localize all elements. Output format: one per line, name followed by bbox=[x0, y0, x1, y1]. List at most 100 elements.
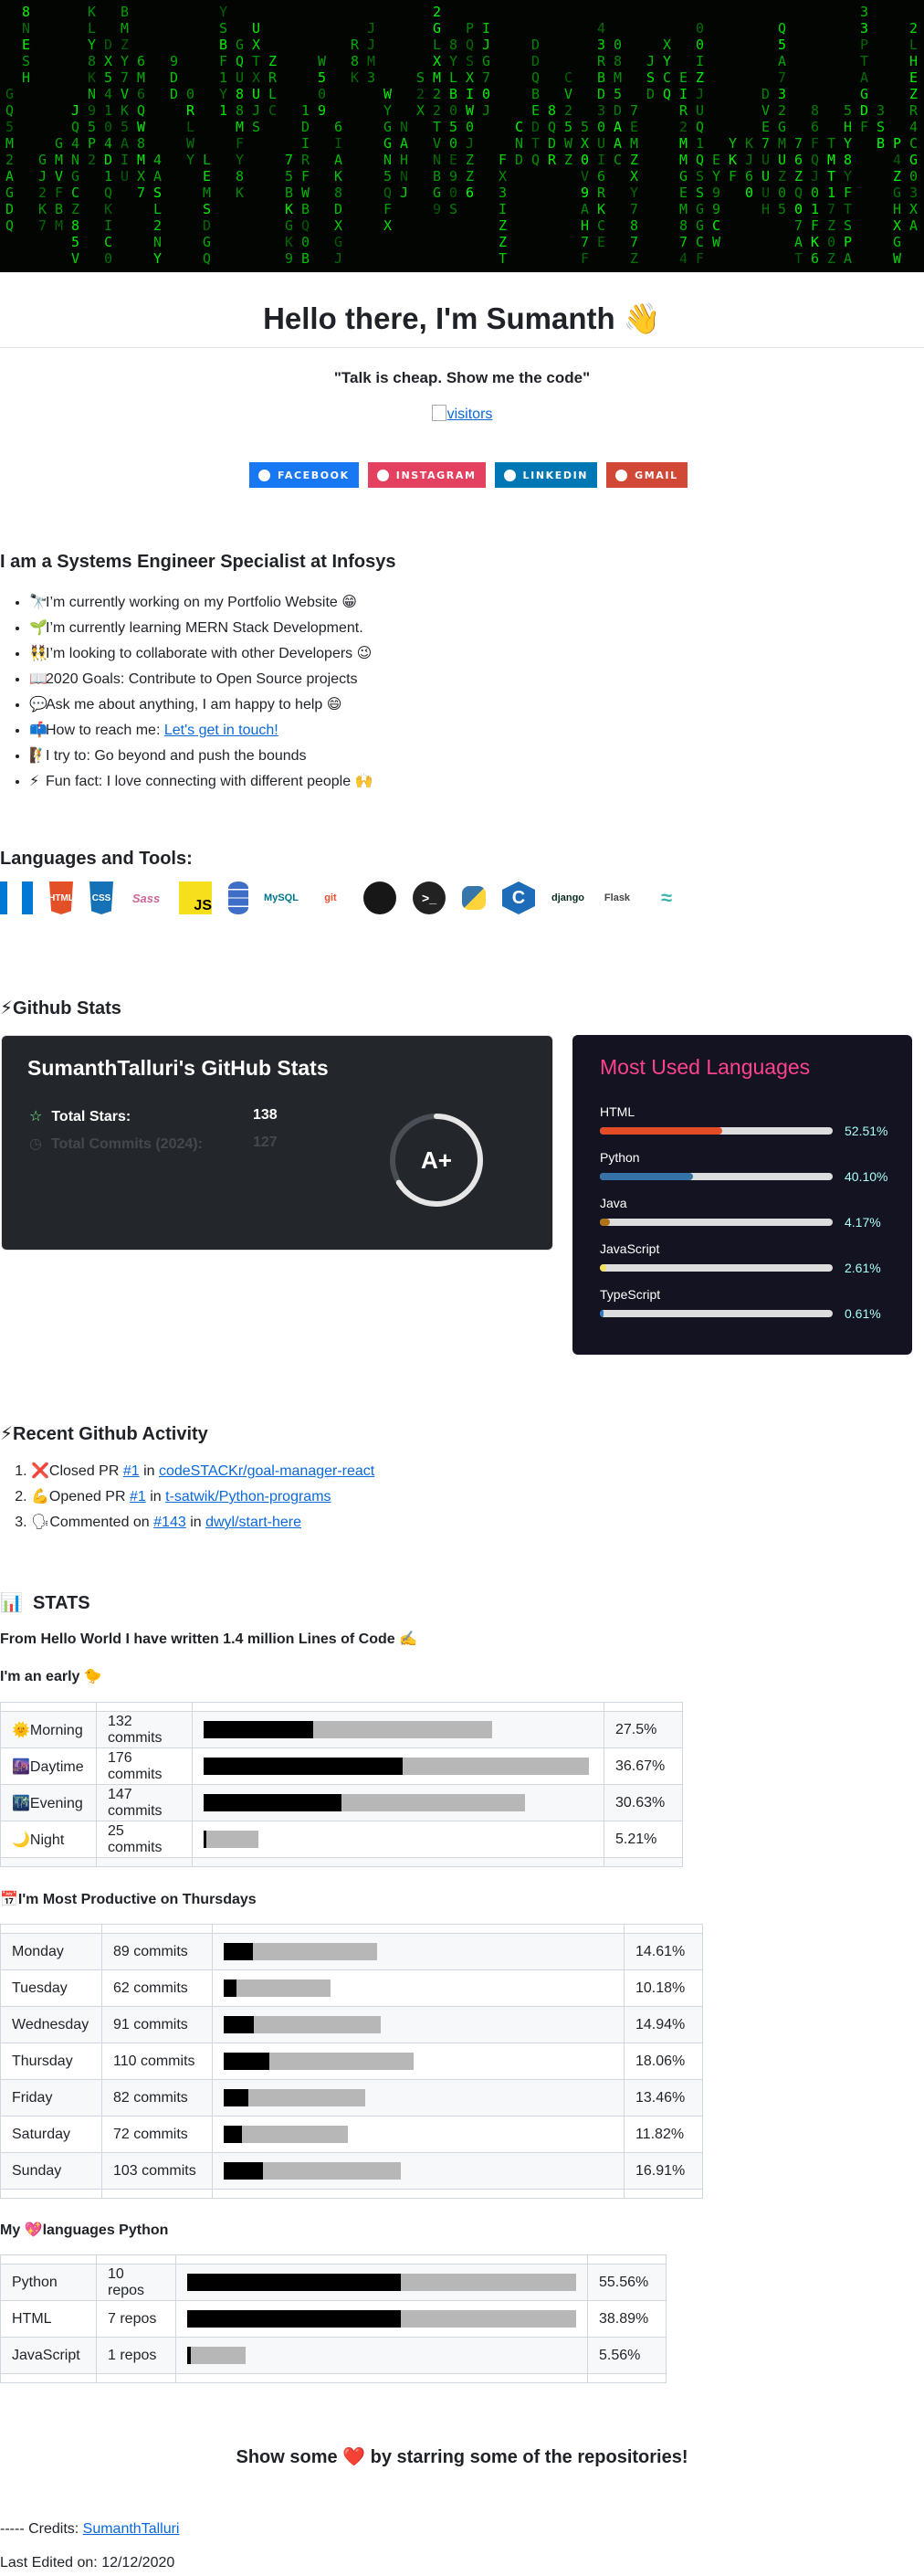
tailwind-icon[interactable]: ≈ bbox=[650, 882, 683, 914]
cell-pct: 11.82% bbox=[624, 2116, 703, 2153]
matrix-glyph: M bbox=[679, 135, 688, 152]
matrix-glyph: 8 bbox=[71, 217, 79, 234]
matrix-glyph: J bbox=[400, 185, 408, 201]
matrix-banner-graphic: GQ5M2AGDQ8NESHGJ2K7GMVFBMJQ4NGCZ85VKLY8K… bbox=[5, 4, 919, 267]
matrix-glyph: 1 bbox=[219, 102, 227, 119]
matrix-glyph: 7 bbox=[679, 234, 688, 250]
linkedin-badge[interactable]: LINKEDIN bbox=[494, 462, 598, 488]
javascript-icon[interactable]: JS bbox=[179, 882, 212, 914]
matrix-glyph: D bbox=[531, 37, 540, 53]
matrix-glyph: K bbox=[236, 185, 244, 201]
flask-icon[interactable]: Flask bbox=[601, 882, 634, 914]
language-bar bbox=[600, 1264, 833, 1272]
django-icon[interactable]: django bbox=[551, 882, 584, 914]
rank-circle: A+ bbox=[390, 1114, 483, 1207]
github-icon[interactable] bbox=[363, 882, 396, 914]
matrix-glyph: 4 bbox=[153, 152, 162, 168]
gmail-badge[interactable]: GMAIL bbox=[606, 462, 688, 488]
cell-commits: 25 commits bbox=[96, 1821, 193, 1858]
about-item: 👯I’m looking to collaborate with other D… bbox=[29, 641, 373, 667]
activity-repo-link[interactable]: codeSTACKr/goal-manager-react bbox=[159, 1463, 374, 1479]
python-icon[interactable] bbox=[462, 886, 486, 910]
matrix-glyph: 5 bbox=[778, 201, 786, 217]
star-icon: ☆ bbox=[29, 1109, 43, 1124]
matrix-glyph: A bbox=[614, 119, 622, 135]
cell-pct: 55.56% bbox=[587, 2264, 667, 2301]
terminal-icon[interactable]: >_ bbox=[413, 882, 446, 914]
credits-link[interactable]: SumanthTalluri bbox=[83, 2521, 180, 2537]
matrix-glyph: B bbox=[219, 37, 227, 53]
matrix-glyph: 2 bbox=[433, 102, 441, 119]
matrix-glyph: X bbox=[252, 37, 260, 53]
html5-icon[interactable]: HTML bbox=[49, 882, 73, 914]
language-name: Java bbox=[600, 1196, 627, 1210]
activity-repo-link[interactable]: dwyl/start-here bbox=[205, 1515, 301, 1530]
matrix-glyph: 0 bbox=[104, 119, 112, 135]
database-icon[interactable] bbox=[228, 882, 248, 914]
matrix-glyph: 6 bbox=[811, 250, 819, 267]
matrix-glyph: F bbox=[581, 250, 589, 267]
facebook-badge[interactable]: FACEBOOK bbox=[249, 462, 359, 488]
activity-action: Closed PR bbox=[48, 1463, 123, 1479]
matrix-glyph: J bbox=[646, 53, 655, 69]
matrix-glyph: K bbox=[285, 201, 293, 217]
matrix-glyph: G bbox=[55, 135, 63, 152]
matrix-glyph: K bbox=[121, 102, 129, 119]
matrix-glyph: C bbox=[663, 69, 671, 86]
matrix-glyph: S bbox=[219, 20, 227, 37]
stats-value: 127 bbox=[253, 1135, 278, 1150]
table-spacer-row bbox=[0, 1857, 683, 1867]
matrix-glyph: 6 bbox=[745, 168, 753, 185]
visitors-badge[interactable]: visitors bbox=[0, 405, 924, 423]
matrix-glyph: G bbox=[71, 168, 79, 185]
matrix-glyph: H bbox=[22, 69, 30, 86]
c-icon-label: C bbox=[511, 887, 526, 908]
matrix-glyph: C bbox=[268, 102, 277, 119]
matrix-glyph: J bbox=[367, 37, 375, 53]
stats-value: 138 bbox=[253, 1107, 278, 1123]
matrix-glyph: V bbox=[121, 86, 129, 102]
sass-icon[interactable]: Sass bbox=[130, 882, 163, 914]
matrix-glyph: V bbox=[564, 86, 572, 102]
matrix-glyph: M bbox=[827, 152, 835, 168]
matrix-glyph: S bbox=[22, 53, 30, 69]
instagram-badge[interactable]: INSTAGRAM bbox=[367, 462, 486, 488]
about-text: How to reach me: bbox=[46, 723, 164, 738]
matrix-glyph: C bbox=[614, 152, 622, 168]
git-icon[interactable]: git bbox=[314, 882, 347, 914]
c-icon[interactable]: C bbox=[502, 882, 535, 914]
matrix-glyph: Q bbox=[71, 119, 79, 135]
visitors-link[interactable]: visitors bbox=[447, 406, 493, 422]
activity-ref-link[interactable]: #143 bbox=[153, 1515, 186, 1530]
mysql-icon[interactable]: MySQL bbox=[264, 882, 299, 914]
cell-pct: 14.61% bbox=[624, 1933, 703, 1970]
matrix-glyph: Y bbox=[630, 185, 638, 201]
matrix-glyph: 8 bbox=[844, 152, 852, 168]
activity-ref-link[interactable]: #1 bbox=[123, 1463, 140, 1479]
matrix-glyph: A bbox=[844, 250, 852, 267]
css3-icon[interactable]: CSS bbox=[89, 882, 113, 914]
matrix-glyph: 6 bbox=[794, 152, 803, 168]
quote: "Talk is cheap. Show me the code" bbox=[333, 369, 591, 386]
matrix-glyph: 0 bbox=[104, 250, 112, 267]
heart-icon: 💖 bbox=[24, 2222, 43, 2238]
matrix-glyph: W bbox=[383, 86, 393, 102]
progress-bar-fill bbox=[204, 1831, 207, 1848]
matrix-glyph: G bbox=[203, 234, 211, 250]
most-used-languages-card[interactable]: Most Used Languages HTML 52.51% Python 40.1… bbox=[572, 1035, 912, 1355]
activity-repo-link[interactable]: t-satwik/Python-programs bbox=[165, 1489, 331, 1504]
css3-icon-label: CSS bbox=[91, 892, 111, 903]
vscode-icon[interactable] bbox=[0, 882, 33, 914]
matrix-glyph: 5 bbox=[844, 102, 852, 119]
matrix-glyph: U bbox=[778, 152, 786, 168]
contact-link[interactable]: Let's get in touch! bbox=[164, 723, 278, 738]
matrix-glyph: A bbox=[400, 135, 408, 152]
matrix-glyph: G bbox=[696, 201, 704, 217]
github-stats-card[interactable]: SumanthTalluri's GitHub Stats ☆ Total Sta… bbox=[1, 1035, 553, 1251]
matrix-glyph: Q bbox=[794, 185, 803, 201]
matrix-glyph: 9 bbox=[170, 53, 178, 69]
matrix-glyph: 1 bbox=[104, 102, 112, 119]
matrix-glyph: 3 bbox=[499, 185, 507, 201]
matrix-glyph: A bbox=[581, 201, 589, 217]
activity-ref-link[interactable]: #1 bbox=[130, 1489, 146, 1504]
